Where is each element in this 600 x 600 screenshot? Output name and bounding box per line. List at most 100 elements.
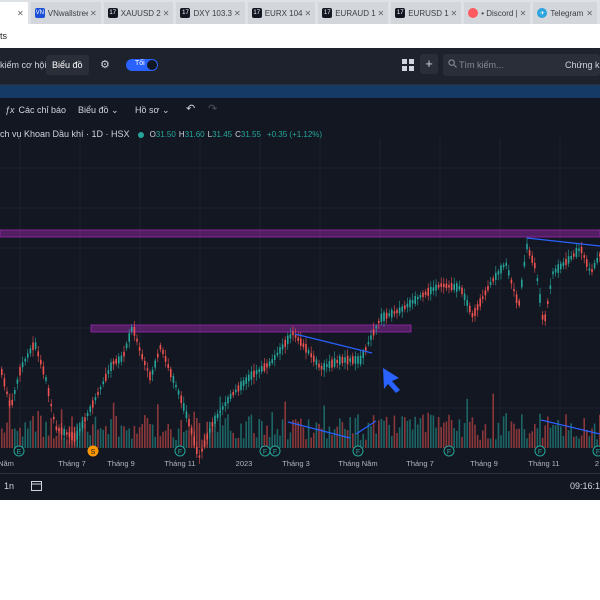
- chart-bottom-bar: 1n 09:16:1: [0, 473, 600, 501]
- range-1y-button[interactable]: 1n: [4, 481, 14, 491]
- volume-bar: [357, 414, 359, 448]
- candle-body: [248, 374, 250, 382]
- market-status-icon: [137, 131, 144, 138]
- candle-body: [596, 257, 598, 263]
- candle-body: [372, 329, 375, 336]
- candle-body: [6, 391, 8, 395]
- volume-bar: [29, 420, 32, 448]
- candle-body: [131, 326, 133, 332]
- candle-body: [549, 285, 552, 289]
- candle-body: [393, 311, 396, 314]
- close-icon[interactable]: ✕: [451, 9, 458, 18]
- candle-body: [320, 365, 323, 370]
- candle-body: [466, 300, 468, 306]
- candle-body: [463, 293, 466, 301]
- candle-body: [411, 300, 414, 304]
- browser-tab[interactable]: 17 XAUUSD 2 ✕: [103, 2, 174, 24]
- volume-bar: [573, 436, 575, 448]
- close-icon[interactable]: ✕: [520, 9, 527, 18]
- browser-tab[interactable]: ✈ Telegram ✕: [533, 2, 597, 24]
- candle-body: [580, 246, 583, 254]
- address-bar[interactable]: ts: [0, 24, 600, 49]
- arrow-annotation: [383, 368, 400, 393]
- candle-body: [16, 379, 19, 384]
- volume-bar: [45, 421, 47, 448]
- chart-menu-button[interactable]: Biểu đồ ⌄: [78, 105, 119, 116]
- candle-body: [164, 356, 167, 362]
- candle-body: [586, 259, 588, 267]
- close-icon[interactable]: ✕: [90, 9, 97, 18]
- volume-bar: [198, 422, 201, 448]
- candle-body: [502, 264, 505, 268]
- volume-bar: [417, 424, 419, 448]
- volume-bar: [567, 430, 570, 448]
- candle-body: [430, 286, 432, 295]
- candle-body: [27, 353, 29, 358]
- volume-bar: [250, 414, 253, 448]
- volume-bar: [154, 436, 156, 448]
- candle-body: [175, 384, 177, 388]
- candle-body: [484, 290, 487, 296]
- close-icon[interactable]: ✕: [163, 9, 170, 18]
- candle-body: [401, 306, 403, 312]
- chart-button[interactable]: Biểu đồ: [46, 55, 89, 75]
- browser-tab[interactable]: VN VNwallstree ✕: [30, 2, 101, 24]
- volume-bar: [513, 423, 515, 448]
- tab-title: DXY 103.3: [193, 8, 232, 18]
- gear-icon[interactable]: ⚙: [100, 58, 110, 71]
- layout-grid-icon[interactable]: [402, 59, 414, 71]
- close-icon[interactable]: ✕: [305, 9, 312, 18]
- calendar-icon[interactable]: [31, 480, 42, 491]
- volume-bar: [110, 419, 112, 448]
- opportunity-search-link[interactable]: kiếm cơ hội: [0, 60, 46, 70]
- candle-body: [508, 270, 510, 276]
- volume-bar: [378, 420, 380, 448]
- close-icon[interactable]: ✕: [378, 9, 385, 18]
- candle-body: [154, 360, 156, 368]
- close-icon[interactable]: ✕: [586, 9, 593, 18]
- event-marker-label: F: [538, 449, 542, 456]
- volume-bar: [302, 427, 305, 448]
- volume-bar: [406, 421, 409, 448]
- volume-bar: [495, 439, 497, 448]
- candle-body: [440, 283, 442, 287]
- browser-tab[interactable]: 17 EURAUD 1 ✕: [318, 2, 389, 24]
- undo-icon[interactable]: ↶: [186, 102, 195, 115]
- candle-body: [588, 268, 591, 271]
- search-input[interactable]: Tìm kiếm... Chứng k: [443, 54, 600, 76]
- browser-tab[interactable]: 17 EURX 104 ✕: [247, 2, 316, 24]
- volume-bar: [331, 434, 333, 448]
- browser-tab[interactable]: 17 EURUSD 1 ✕: [391, 2, 462, 24]
- volume-bar: [339, 418, 341, 448]
- candle-body: [406, 303, 409, 308]
- indicators-button[interactable]: ƒx Các chỉ báo: [5, 105, 66, 115]
- volume-bar: [63, 437, 65, 448]
- browser-tab[interactable]: • Discord | ✕: [464, 2, 531, 24]
- close-icon[interactable]: ✕: [17, 9, 24, 18]
- profile-menu-button[interactable]: Hồ sơ ⌄: [135, 105, 169, 116]
- volume-bar: [430, 414, 432, 448]
- candle-body: [453, 284, 455, 290]
- volume-bar: [206, 421, 208, 448]
- add-icon[interactable]: +: [420, 54, 438, 74]
- candle-body: [177, 390, 180, 395]
- volume-bar: [539, 413, 541, 448]
- volume-bar: [170, 429, 172, 448]
- volume-bar: [518, 428, 520, 448]
- volume-bar: [266, 425, 268, 448]
- close-icon[interactable]: ✕: [234, 9, 241, 18]
- volume-bar: [349, 417, 351, 448]
- stock-link[interactable]: Chứng k: [565, 60, 600, 70]
- redo-icon[interactable]: ↷: [208, 102, 217, 115]
- dark-mode-toggle[interactable]: Tối: [126, 59, 158, 71]
- candle-body: [138, 347, 141, 351]
- browser-tab[interactable]: 17 DXY 103.3 ✕: [176, 2, 245, 24]
- browser-tab-active[interactable]: ✕: [0, 2, 28, 24]
- candle-body: [349, 358, 351, 362]
- price-chart[interactable]: E S F F F F F F FNăm Tháng 7 Tháng 9 Tháng 11 2023 Th…: [0, 138, 600, 468]
- tab-title: EURX 104: [264, 8, 303, 18]
- candle-body: [185, 411, 188, 419]
- candle-body: [544, 314, 546, 322]
- candle-body: [232, 392, 234, 396]
- volume-bar: [14, 428, 16, 448]
